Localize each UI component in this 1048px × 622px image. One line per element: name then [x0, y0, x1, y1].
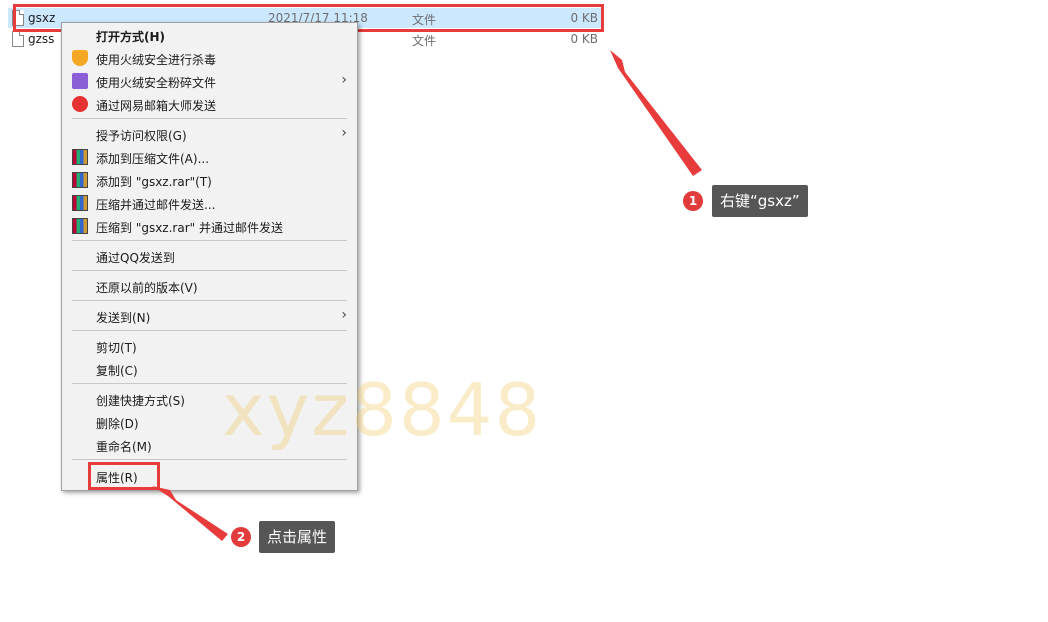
- step-badge-1: 1: [683, 191, 703, 211]
- step-badge-2: 2: [231, 527, 251, 547]
- callout-step-2: 点击属性: [259, 521, 336, 553]
- annotation-arrows: [152, 50, 702, 541]
- arrow-to-file: [610, 50, 702, 176]
- arrow-to-properties: [152, 486, 228, 541]
- callout-step-1: 右键“gsxz”: [712, 185, 808, 217]
